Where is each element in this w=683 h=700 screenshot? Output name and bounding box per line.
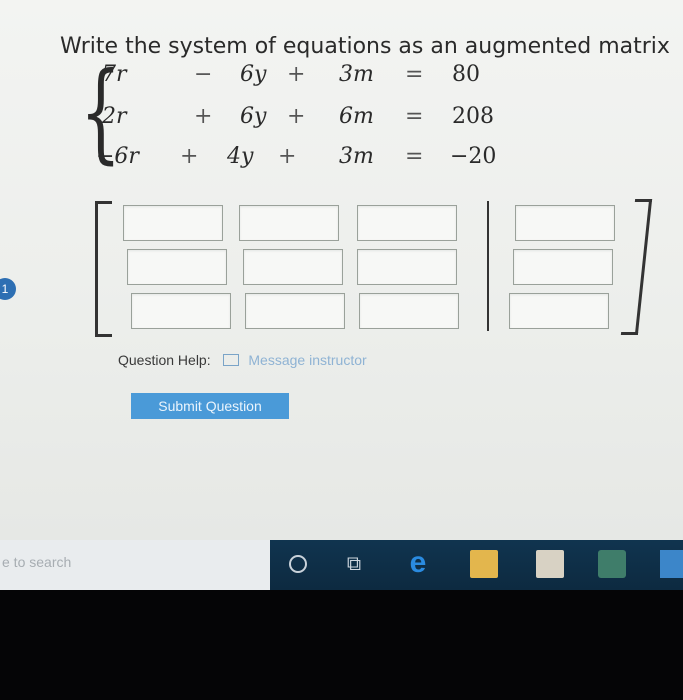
matrix-right-bracket	[620, 199, 653, 335]
app-icon[interactable]	[598, 550, 626, 578]
question-number-badge: 1	[0, 278, 16, 300]
eq-term-m: 3m	[339, 62, 374, 87]
eq-operator: +	[287, 62, 306, 87]
eq-term-y: 4y	[227, 144, 254, 169]
eq-operator: +	[278, 144, 297, 169]
eq-operator: −	[194, 62, 213, 87]
eq-rhs: 208	[452, 104, 494, 129]
question-title: Write the system of equations as an augm…	[60, 34, 670, 59]
screen: Write the system of equations as an augm…	[0, 0, 683, 540]
task-view-icon[interactable]: ⧉	[340, 550, 368, 578]
eq-operator: +	[194, 104, 213, 129]
eq-equals: =	[405, 144, 424, 169]
eq-equals: =	[405, 62, 424, 87]
eq-equals: =	[405, 104, 424, 129]
eq-term-r: 7r	[102, 62, 127, 87]
store-icon[interactable]	[536, 550, 564, 578]
message-instructor-link[interactable]: Message instructor	[248, 352, 366, 368]
eq-term-y: 6y	[240, 62, 267, 87]
eq-rhs: 80	[452, 62, 480, 87]
matrix-cell-r1-c1[interactable]	[123, 205, 223, 241]
mail-icon	[222, 354, 239, 366]
matrix-cell-r2-rhs[interactable]	[513, 249, 613, 285]
cortana-icon[interactable]	[284, 550, 312, 578]
app-icon[interactable]	[660, 550, 683, 578]
augmented-matrix	[95, 195, 665, 340]
question-help-label: Question Help:	[118, 352, 211, 368]
submit-question-button[interactable]: Submit Question	[131, 393, 289, 419]
eq-term-r: −6r	[96, 144, 139, 169]
taskbar: e to search ⧉ e	[0, 540, 683, 590]
matrix-cell-r1-rhs[interactable]	[515, 205, 615, 241]
question-help: Question Help: Message instructor	[118, 352, 367, 368]
matrix-cell-r3-c3[interactable]	[359, 293, 459, 329]
matrix-left-bracket	[95, 201, 112, 337]
eq-operator: +	[180, 144, 199, 169]
matrix-cell-r2-c1[interactable]	[127, 249, 227, 285]
edge-icon[interactable]: e	[404, 548, 432, 578]
eq-operator: +	[287, 104, 306, 129]
eq-term-m: 3m	[339, 144, 374, 169]
matrix-cell-r3-c2[interactable]	[245, 293, 345, 329]
bezel	[0, 590, 683, 700]
matrix-cell-r1-c2[interactable]	[239, 205, 339, 241]
matrix-cell-r3-rhs[interactable]	[509, 293, 609, 329]
matrix-cell-r1-c3[interactable]	[357, 205, 457, 241]
equation-system: { 7r − 6y + 3m = 80 2r + 6y + 6m = 208 −…	[80, 58, 500, 178]
matrix-cell-r3-c1[interactable]	[131, 293, 231, 329]
eq-term-r: 2r	[102, 104, 127, 129]
augment-divider	[487, 201, 489, 331]
eq-term-y: 6y	[240, 104, 267, 129]
taskbar-search-input[interactable]: e to search	[0, 540, 270, 590]
matrix-cell-r2-c3[interactable]	[357, 249, 457, 285]
eq-term-m: 6m	[339, 104, 374, 129]
eq-rhs: −20	[450, 144, 497, 169]
matrix-cell-r2-c2[interactable]	[243, 249, 343, 285]
file-explorer-icon[interactable]	[470, 550, 498, 578]
